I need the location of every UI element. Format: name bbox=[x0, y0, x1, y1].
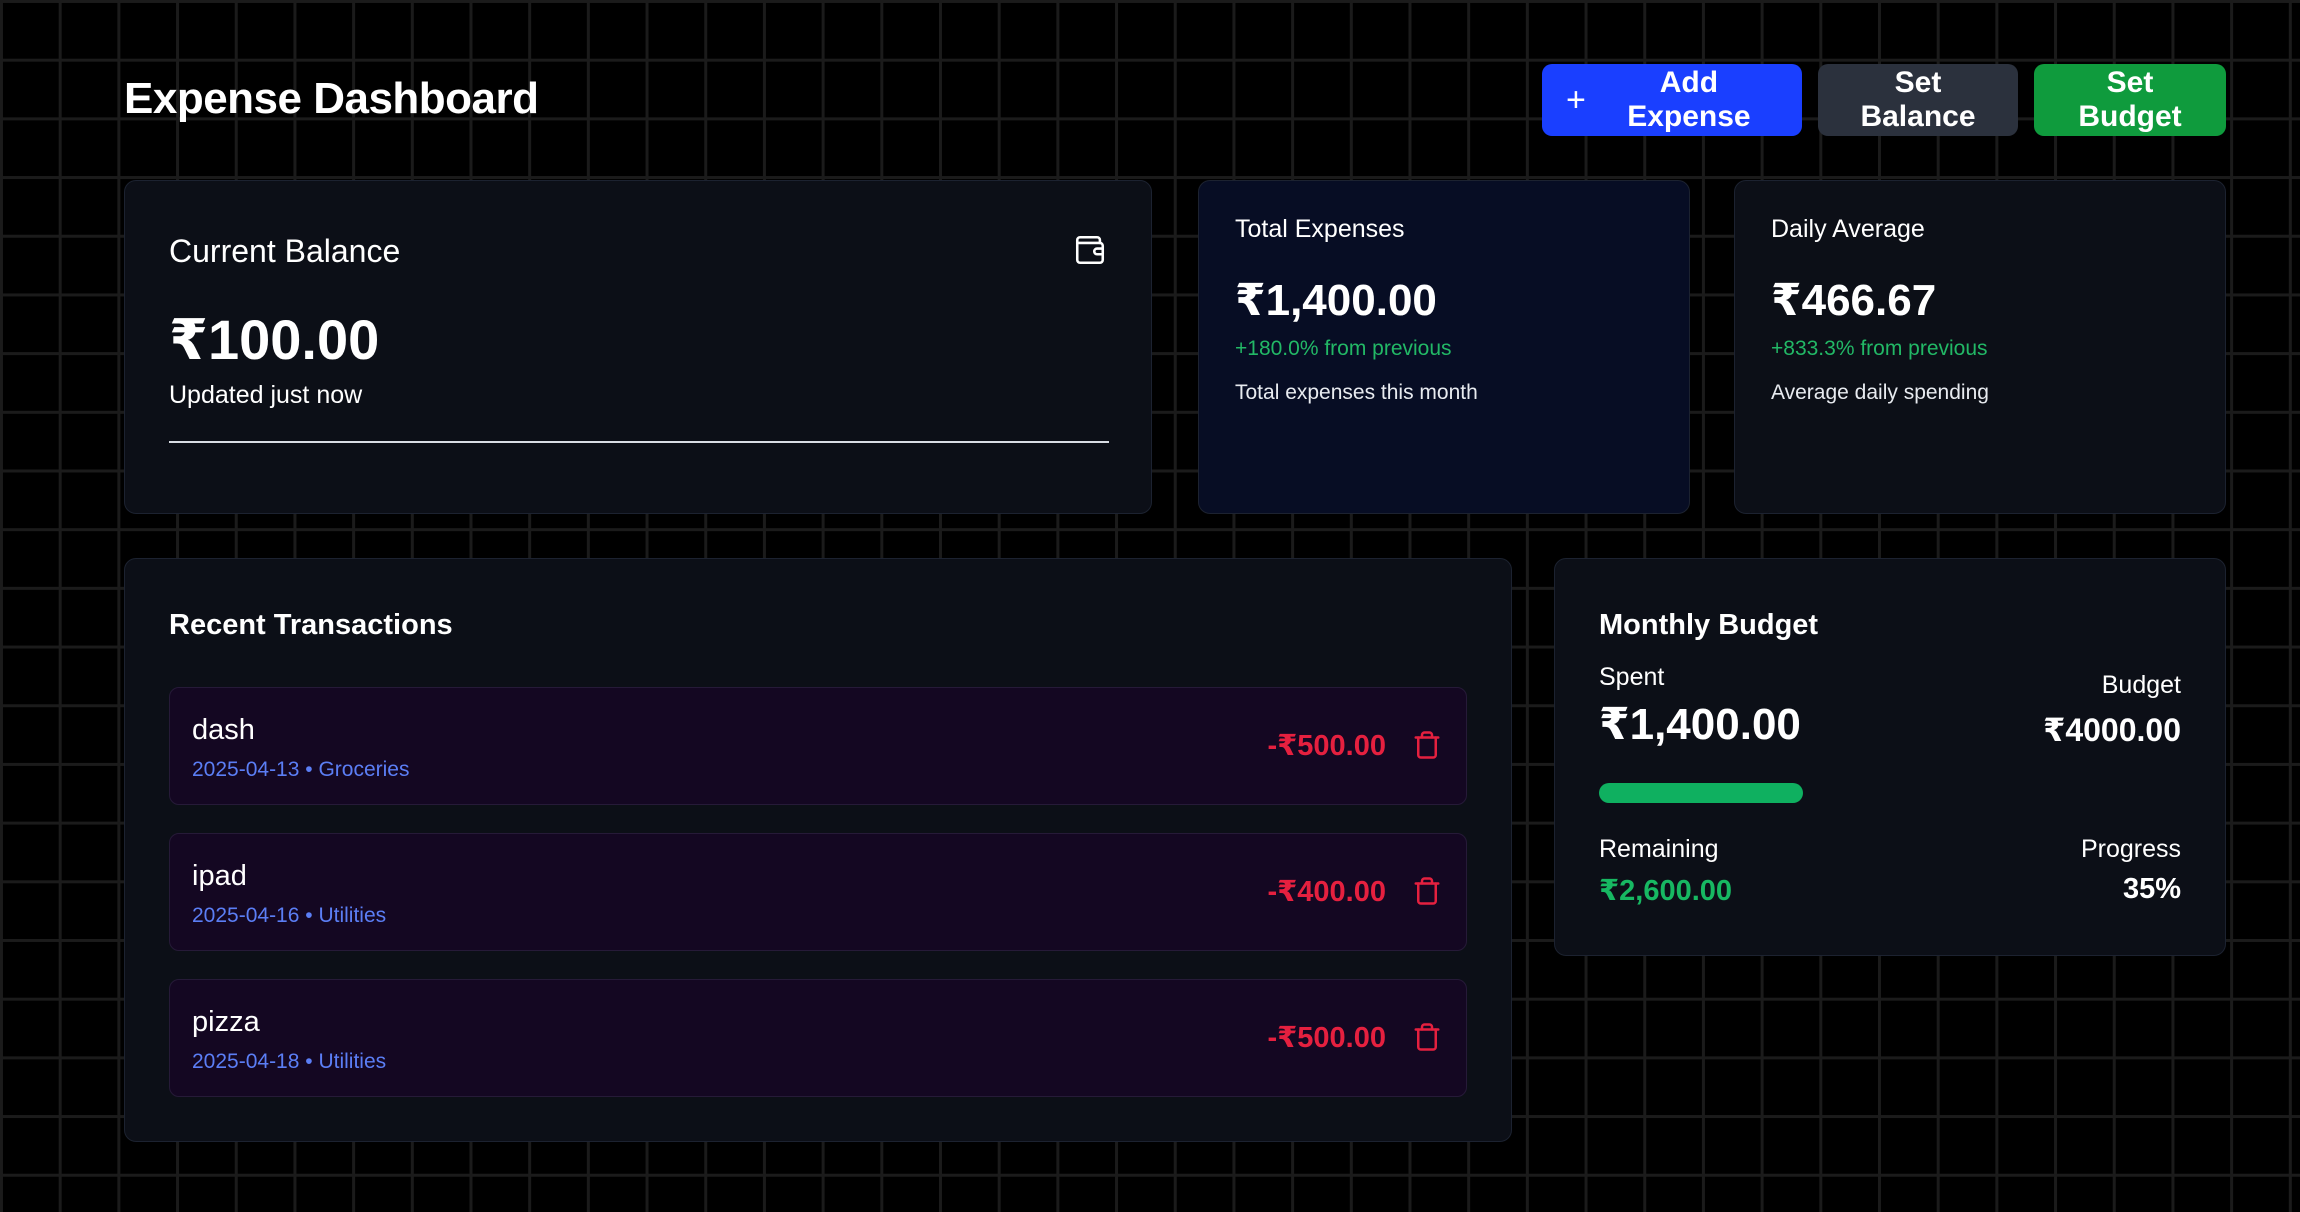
set-budget-button[interactable]: Set Budget bbox=[2034, 64, 2226, 136]
transaction-amount: -₹500.00 bbox=[1267, 1022, 1386, 1054]
remaining-label: Remaining bbox=[1599, 835, 1719, 863]
transaction-row: pizza 2025-04-18 • Utilities -₹500.00 bbox=[169, 979, 1467, 1097]
budget-amount: ₹4000.00 bbox=[2043, 712, 2181, 748]
daily-average-description: Average daily spending bbox=[1771, 381, 1989, 404]
daily-average-card: Daily Average ₹466.67 +833.3% from previ… bbox=[1734, 180, 2226, 514]
wallet-icon bbox=[1075, 235, 1105, 265]
transaction-meta: 2025-04-16 • Utilities bbox=[192, 904, 387, 927]
monthly-budget-title: Monthly Budget bbox=[1599, 609, 1819, 641]
add-expense-button[interactable]: + Add Expense bbox=[1542, 64, 1802, 136]
transaction-name: ipad bbox=[192, 860, 247, 892]
page-title: Expense Dashboard bbox=[124, 74, 539, 123]
transaction-amount: -₹400.00 bbox=[1267, 876, 1386, 908]
spent-amount: ₹1,400.00 bbox=[1599, 700, 1801, 749]
total-expenses-title: Total Expenses bbox=[1235, 215, 1405, 243]
current-balance-title: Current Balance bbox=[169, 233, 401, 269]
transaction-row: ipad 2025-04-16 • Utilities -₹400.00 bbox=[169, 833, 1467, 951]
transaction-meta: 2025-04-18 • Utilities bbox=[192, 1050, 387, 1073]
header-actions: + Add Expense Set Balance Set Budget bbox=[1542, 64, 2226, 136]
trash-icon[interactable] bbox=[1412, 729, 1442, 761]
total-expenses-description: Total expenses this month bbox=[1235, 381, 1478, 404]
current-balance-amount: ₹100.00 bbox=[169, 308, 380, 371]
add-expense-label: Add Expense bbox=[1627, 66, 1751, 133]
transaction-row: dash 2025-04-13 • Groceries -₹500.00 bbox=[169, 687, 1467, 805]
transaction-meta: 2025-04-13 • Groceries bbox=[192, 758, 410, 781]
daily-average-change: +833.3% from previous bbox=[1771, 337, 1988, 360]
budget-progress-bar bbox=[1599, 783, 2183, 803]
transaction-name: dash bbox=[192, 714, 255, 746]
progress-value: 35% bbox=[2122, 873, 2181, 905]
divider bbox=[169, 441, 1109, 443]
total-expenses-amount: ₹1,400.00 bbox=[1235, 276, 1437, 325]
transaction-amount: -₹500.00 bbox=[1267, 730, 1386, 762]
trash-icon[interactable] bbox=[1412, 875, 1442, 907]
progress-label: Progress bbox=[2080, 835, 2181, 863]
total-expenses-change: +180.0% from previous bbox=[1235, 337, 1452, 360]
balance-updated-text: Updated just now bbox=[169, 381, 363, 409]
header: Expense Dashboard + Add Expense Set Bala… bbox=[124, 64, 2226, 138]
recent-transactions-title: Recent Transactions bbox=[169, 609, 453, 641]
remaining-amount: ₹2,600.00 bbox=[1599, 875, 1733, 907]
transaction-list: dash 2025-04-13 • Groceries -₹500.00 ipa… bbox=[169, 687, 1467, 1125]
transaction-name: pizza bbox=[192, 1006, 260, 1038]
daily-average-amount: ₹466.67 bbox=[1771, 276, 1937, 325]
total-expenses-card: Total Expenses ₹1,400.00 +180.0% from pr… bbox=[1198, 180, 1690, 514]
spent-label: Spent bbox=[1599, 663, 1665, 691]
trash-icon[interactable] bbox=[1412, 1021, 1442, 1053]
recent-transactions-card: Recent Transactions dash 2025-04-13 • Gr… bbox=[124, 558, 1512, 1142]
set-balance-button[interactable]: Set Balance bbox=[1818, 64, 2018, 136]
monthly-budget-card: Monthly Budget Spent ₹1,400.00 Budget ₹4… bbox=[1554, 558, 2226, 956]
budget-label: Budget bbox=[2101, 671, 2181, 699]
plus-icon: + bbox=[1566, 81, 1586, 119]
current-balance-card: Current Balance ₹100.00 Updated just now bbox=[124, 180, 1152, 514]
daily-average-title: Daily Average bbox=[1771, 215, 1925, 243]
budget-progress-fill bbox=[1599, 783, 1804, 803]
